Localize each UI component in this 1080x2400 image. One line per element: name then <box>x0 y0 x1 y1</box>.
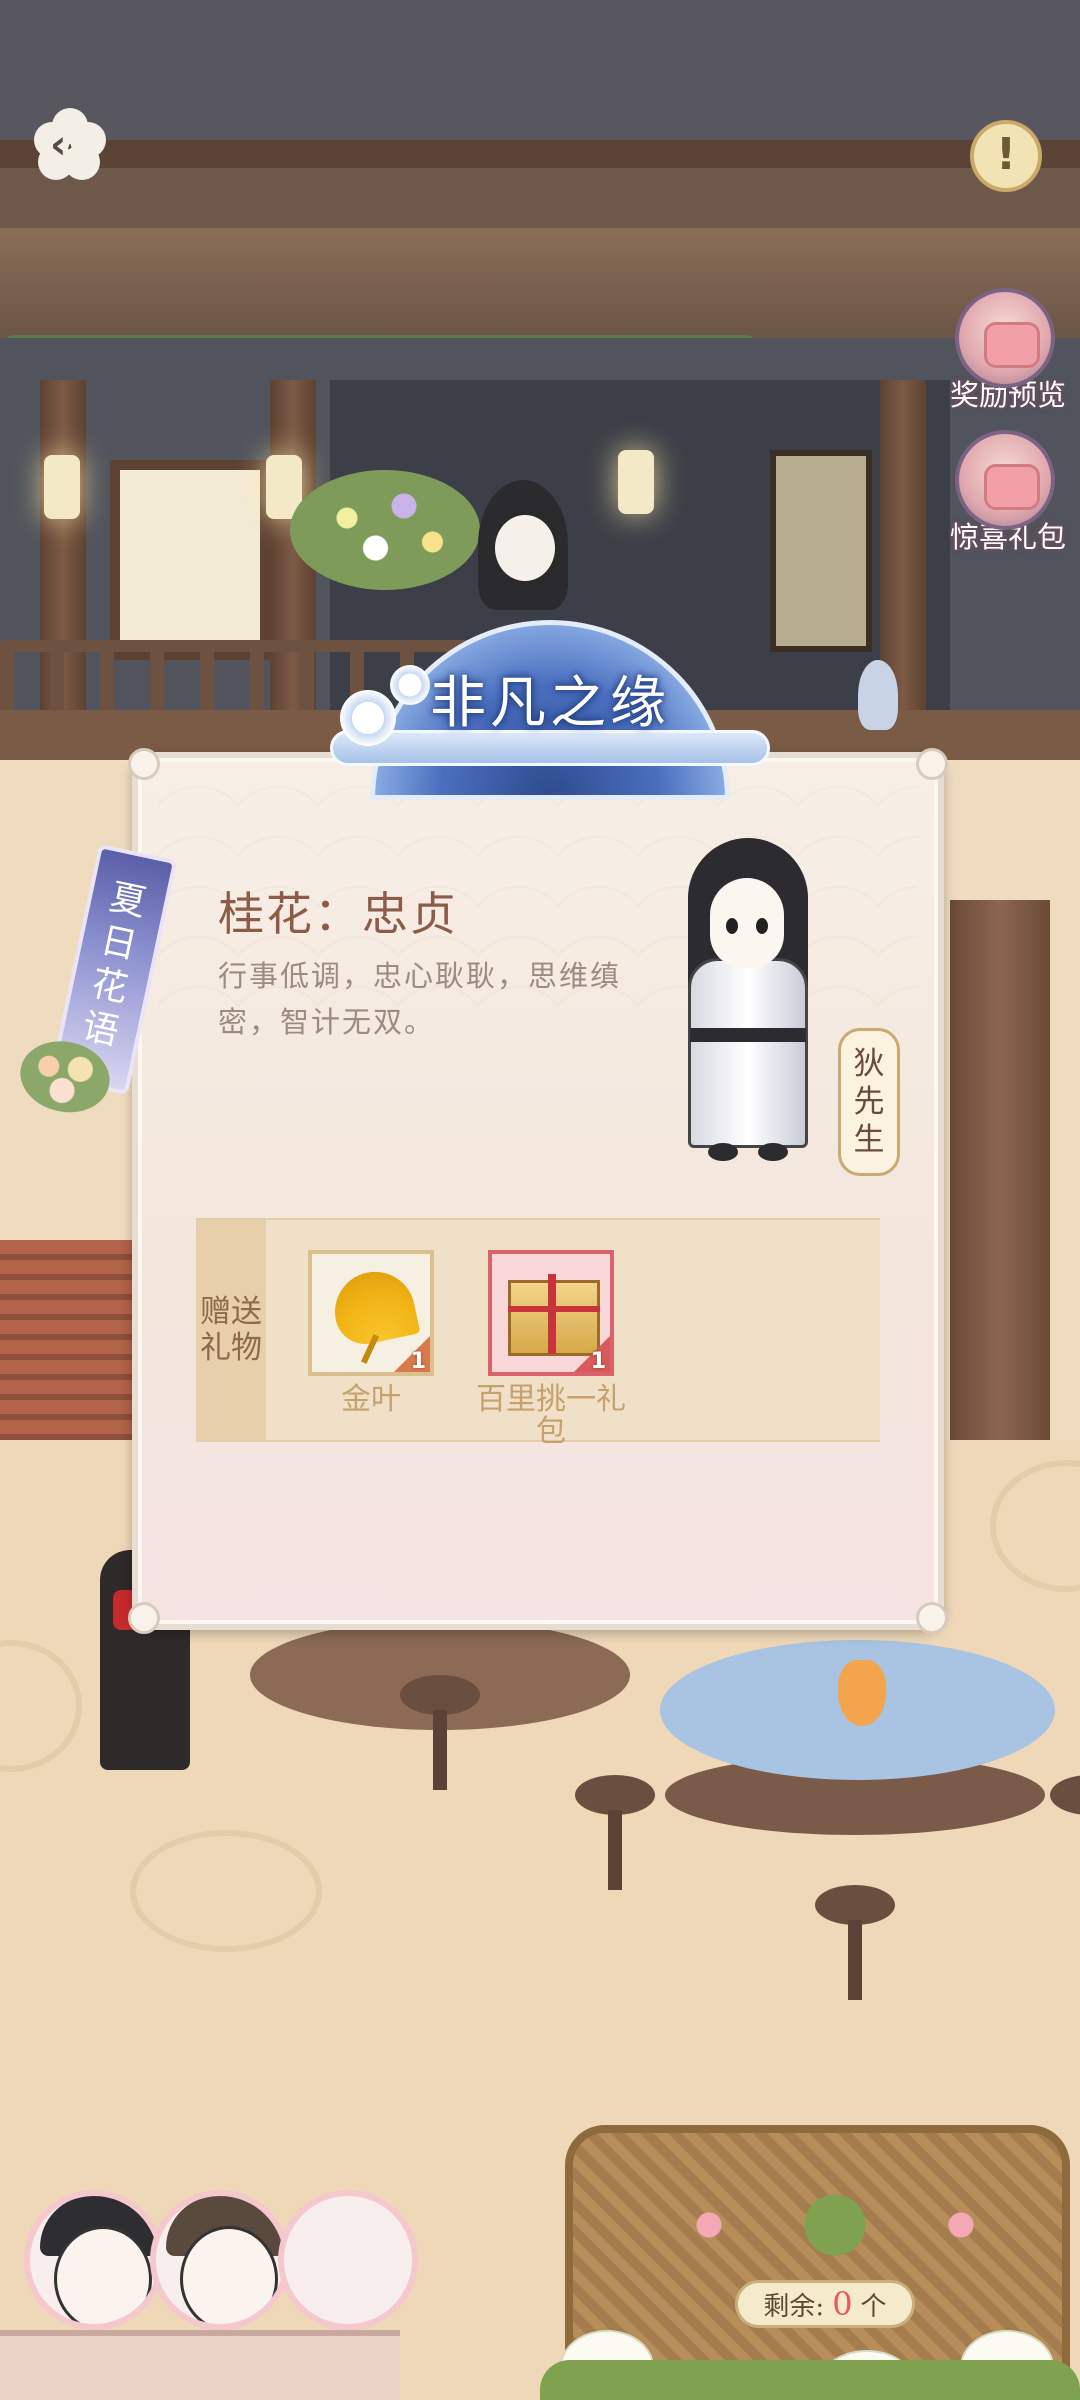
character-name-tag: 狄先生 <box>838 1028 900 1176</box>
remaining-unit: 个 <box>860 2291 887 2322</box>
gift-name: 百里挑一礼包 <box>476 1382 626 1449</box>
reward-preview-button[interactable]: 奖励预览 <box>950 288 1066 414</box>
bottom-lattice <box>0 2330 400 2400</box>
back-button[interactable]: ‹ <box>34 108 106 180</box>
character-avatar[interactable] <box>150 2190 290 2330</box>
blossom-icon <box>340 690 396 746</box>
remaining-counter: 剩余: 0 个 <box>735 2280 915 2328</box>
basket-flowers <box>655 2190 1015 2260</box>
lotus-leaves <box>540 2360 1080 2400</box>
stool-leg <box>848 1920 862 2000</box>
flower-description: 行事低调，忠心耿耿，思维缜密，智计无双。 <box>218 959 622 1039</box>
cat-sprite <box>858 660 898 730</box>
remaining-value: 0 <box>832 2285 853 2323</box>
card-corner <box>128 748 160 780</box>
card-corner <box>128 1602 160 1634</box>
floor-pattern <box>130 1830 322 1952</box>
character-portrait <box>668 838 828 1168</box>
gift-panel: 赠送礼物 1 金叶 1 百里挑一礼包 <box>196 1218 880 1448</box>
stool-leg <box>433 1710 447 1790</box>
remaining-label: 剩余: <box>763 2291 825 2322</box>
gift-chest-icon: 1 <box>488 1250 614 1376</box>
info-button[interactable]: ! <box>970 120 1042 192</box>
banner-title: 非凡之缘 <box>430 671 670 736</box>
flower-pot <box>290 470 480 590</box>
surprise-gift-button[interactable]: 惊喜礼包 <box>950 430 1066 556</box>
night-sky <box>0 0 1080 150</box>
stool-leg <box>608 1810 622 1890</box>
reward-bag-icon <box>955 288 1055 388</box>
character-avatar[interactable] <box>24 2190 164 2330</box>
lantern <box>618 450 654 514</box>
gift-count: 1 <box>590 1349 606 1374</box>
card-corner <box>916 1602 948 1634</box>
stool <box>400 1675 480 1715</box>
ginkgo-leaf-icon: 1 <box>308 1250 434 1376</box>
hanging-painting <box>770 450 872 652</box>
flower-title: 桂花：忠贞 <box>218 887 458 941</box>
vase <box>838 1660 886 1726</box>
lantern <box>44 455 80 519</box>
back-chevron-icon: ‹ <box>34 108 106 180</box>
empty-avatar-slot[interactable] <box>278 2190 418 2330</box>
curtained-doorway <box>110 460 270 660</box>
gift-bag-icon <box>955 430 1055 530</box>
roof-eave <box>0 228 1080 338</box>
roof-beam <box>0 140 1080 168</box>
stool <box>815 1885 895 1925</box>
event-banner: 非凡之缘 <box>330 620 770 800</box>
pillar <box>880 380 926 710</box>
flower-card: 桂花：忠贞 行事低调，忠心耿耿，思维缜密，智计无双。 狄先生 赠送礼物 1 金叶… <box>128 748 948 1634</box>
stool <box>575 1775 655 1815</box>
gift-item[interactable]: 1 百里挑一礼包 <box>466 1250 636 1448</box>
roof-window-band <box>0 168 1080 228</box>
card-corner <box>916 748 948 780</box>
gift-item[interactable]: 1 金叶 <box>286 1250 456 1416</box>
gift-count: 1 <box>410 1349 426 1374</box>
exclamation-icon: ! <box>995 129 1017 180</box>
gift-name: 金叶 <box>341 1382 401 1417</box>
stairs <box>0 1240 140 1440</box>
character-sprite <box>490 510 560 586</box>
gift-label: 赠送礼物 <box>196 1220 266 1440</box>
